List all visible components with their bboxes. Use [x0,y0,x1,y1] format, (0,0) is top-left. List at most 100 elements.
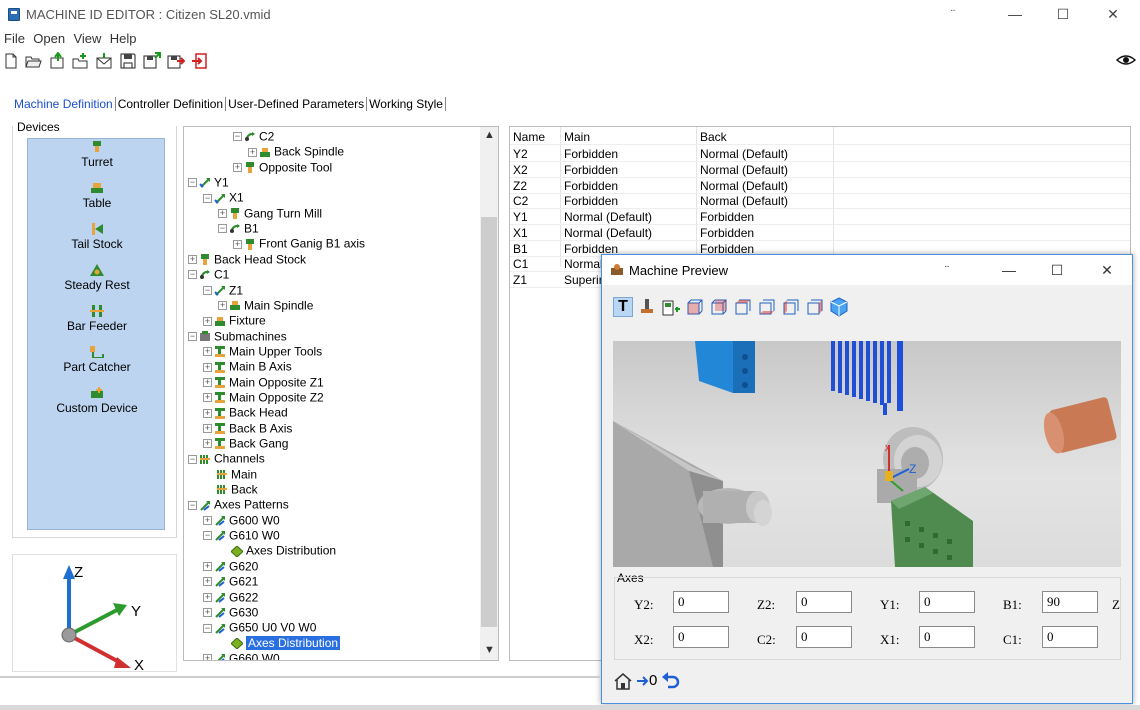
preview-extra-button[interactable]: ¨ [932,257,962,283]
tree-scrollbar[interactable]: ▲ ▼ [480,127,498,660]
table-row[interactable]: C2 Forbidden Normal (Default) [510,193,1130,210]
device-bar-feeder[interactable]: Bar Feeder [28,305,166,333]
tree-node[interactable]: + G660 W0 [203,651,280,660]
open-folder-add-icon[interactable] [71,52,89,70]
tree-expand-toggle[interactable]: + [203,439,212,449]
tree-expand-toggle[interactable]: − [188,331,197,341]
tree-node[interactable]: + Fixture [203,313,266,328]
tree-node[interactable]: + G620 [203,559,258,574]
view-top-icon[interactable] [733,297,753,317]
tree-expand-toggle[interactable]: + [203,316,212,326]
tree-expand-toggle[interactable]: − [188,500,197,510]
header-back[interactable]: Back [700,129,727,145]
tree-expand-toggle[interactable]: − [218,224,227,234]
minimize-button[interactable]: — [992,0,1038,30]
horizontal-scrollbar[interactable] [0,676,600,678]
import-icon[interactable] [48,52,66,70]
tree-node[interactable]: Back [203,482,258,497]
menu-help[interactable]: Help [110,31,137,46]
tab-working-style[interactable]: Working Style [369,97,446,111]
open-folder-icon[interactable] [24,52,42,70]
view-back-icon[interactable] [709,297,729,317]
device-part-catcher[interactable]: Part Catcher [28,346,166,374]
tree-node[interactable]: − C1 [188,267,229,282]
save-as-icon[interactable] [143,52,161,70]
tree-expand-toggle[interactable]: + [233,239,242,249]
device-custom-device[interactable]: Custom Device [28,387,166,415]
cell-main[interactable]: Forbidden [564,162,618,178]
device-steady-rest[interactable]: Steady Rest [28,264,166,292]
cell-back[interactable]: Normal (Default) [700,162,788,178]
axis-input-x2[interactable] [673,626,729,648]
tree-expand-toggle[interactable]: + [218,301,227,311]
tree-node[interactable]: + G622 [203,590,258,605]
tree-expand-toggle[interactable]: + [233,163,242,173]
tree-node[interactable]: + Opposite Tool [233,160,332,175]
tree-node[interactable]: + Gang Turn Mill [218,206,322,221]
machine-setup-icon[interactable] [661,297,681,317]
tree-expand-toggle[interactable]: − [203,623,212,633]
tree-expand-toggle[interactable]: + [203,393,212,403]
close-button[interactable]: ✕ [1090,0,1136,30]
header-name[interactable]: Name [513,129,545,145]
holder-icon[interactable] [637,297,657,317]
tree-node[interactable]: + Back Spindle [248,144,344,159]
tree-node[interactable]: + Back Gang [203,436,288,451]
table-row[interactable]: X1 Normal (Default) Forbidden [510,225,1130,241]
menu-open[interactable]: Open [33,31,65,46]
3d-viewport[interactable]: x Z [613,341,1121,567]
cell-main[interactable]: Forbidden [564,193,618,209]
tab-controller-definition[interactable]: Controller Definition [118,97,227,111]
tree-expand-toggle[interactable]: + [248,147,257,157]
cell-main[interactable]: Normal [564,256,603,272]
tree-node[interactable]: − Axes Patterns [188,497,289,512]
device-turret[interactable]: Turret [28,141,166,169]
preview-minimize-button[interactable]: — [994,257,1024,283]
cell-main[interactable]: Normal (Default) [564,209,652,225]
tree-node[interactable]: + Back Head Stock [188,252,306,267]
tree-node[interactable]: + Front Ganig B1 axis [233,236,365,251]
axis-input-y1[interactable] [919,591,975,613]
tree-node[interactable]: + Back B Axis [203,421,292,436]
tree-node[interactable]: Axes Distribution [218,635,341,651]
tool-view-icon[interactable]: T [613,297,633,317]
view-iso-icon[interactable] [829,297,849,317]
scroll-up-icon[interactable]: ▲ [484,129,495,141]
tree-expand-toggle[interactable]: + [203,608,212,618]
maximize-button[interactable]: ☐ [1040,0,1086,30]
axis-input-c1[interactable] [1042,626,1098,648]
view-right-icon[interactable] [805,297,825,317]
tree-node[interactable]: − X1 [203,190,244,205]
axis-input-z2[interactable] [796,591,852,613]
tree-expand-toggle[interactable]: + [203,516,212,526]
table-row[interactable]: Y1 Normal (Default) Forbidden [510,209,1130,225]
tree-node[interactable]: + G600 W0 [203,513,280,528]
reset-zero-label[interactable]: 0 [649,672,657,689]
scroll-down-icon[interactable]: ▼ [484,644,495,656]
tree-expand-toggle[interactable]: − [203,285,212,295]
tree-node[interactable]: − Channels [188,451,265,466]
tree-node[interactable]: + Main Upper Tools [203,344,322,359]
tree-expand-toggle[interactable]: + [203,347,212,357]
tree-expand-toggle[interactable]: + [203,592,212,602]
tree-node[interactable]: − Z1 [203,283,243,298]
preview-maximize-button[interactable]: ☐ [1042,257,1072,283]
cell-main[interactable]: Forbidden [564,146,618,162]
tree-node[interactable]: − Submachines [188,329,287,344]
tree-node[interactable]: − B1 [218,221,259,236]
cell-back[interactable]: Forbidden [700,225,754,241]
table-row[interactable]: X2 Forbidden Normal (Default) [510,162,1130,178]
tree-expand-toggle[interactable]: − [188,454,197,464]
tree-expand-toggle[interactable]: + [203,562,212,572]
tree-node[interactable]: + G621 [203,574,258,589]
table-row[interactable]: Y2 Forbidden Normal (Default) [510,146,1130,162]
tree-expand-toggle[interactable]: + [203,577,212,587]
table-row[interactable]: Z2 Forbidden Normal (Default) [510,178,1130,194]
tree-expand-toggle[interactable]: + [218,209,227,219]
tree-expand-toggle[interactable]: + [203,654,212,660]
tree-node[interactable]: − G650 U0 V0 W0 [203,620,316,635]
axis-input-c2[interactable] [796,626,852,648]
undo-icon[interactable] [661,671,681,691]
eye-icon[interactable] [1116,54,1136,66]
menu-view[interactable]: View [73,31,101,46]
